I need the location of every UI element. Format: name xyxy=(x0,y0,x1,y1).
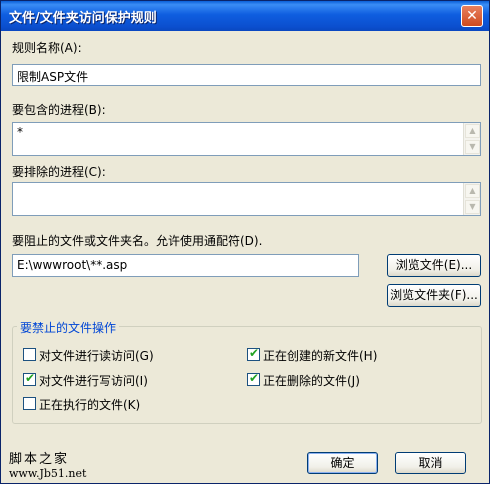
ok-button[interactable]: 确定 xyxy=(307,452,378,474)
scroll-up-icon[interactable]: ▲ xyxy=(465,184,480,198)
delete-checkbox[interactable]: ✔ xyxy=(247,371,260,386)
rule-name-label: 规则名称(A): xyxy=(12,41,82,55)
watermark-url: www.Jb51.net xyxy=(9,467,87,480)
close-icon[interactable]: ✕ xyxy=(461,5,483,27)
browse-file-button[interactable]: 浏览文件(E)... xyxy=(387,254,481,277)
block-target-label: 要阻止的文件或文件夹名。允许使用通配符(D). xyxy=(12,234,263,248)
delete-label: 正在删除的文件(J) xyxy=(263,374,360,388)
watermark-name: 脚本之家 xyxy=(9,452,70,467)
write-access-checkbox[interactable]: ✔ xyxy=(23,371,36,386)
title-bar[interactable]: 文件/文件夹访问保护规则 ✕ xyxy=(1,1,489,31)
window-title: 文件/文件夹访问保护规则 xyxy=(9,11,157,26)
create-new-checkbox[interactable]: ✔ xyxy=(247,346,260,361)
exclude-processes-input[interactable]: ▲ ▼ xyxy=(12,182,481,216)
rule-name-input[interactable]: 限制ASP文件 xyxy=(12,64,481,86)
cancel-button[interactable]: 取消 xyxy=(395,452,466,474)
execute-label: 正在执行的文件(K) xyxy=(39,398,141,412)
exclude-processes-label: 要排除的进程(C): xyxy=(12,165,106,179)
read-access-label: 对文件进行读访问(G) xyxy=(39,349,154,363)
checkmark-icon: ✔ xyxy=(25,371,36,385)
include-processes-scrollbar[interactable]: ▲ ▼ xyxy=(463,123,480,155)
include-processes-value: * xyxy=(17,125,23,139)
checkmark-icon: ✔ xyxy=(249,346,260,360)
execute-checkbox[interactable] xyxy=(23,397,36,410)
include-processes-input[interactable]: * ▲ ▼ xyxy=(12,122,481,156)
scroll-down-icon[interactable]: ▼ xyxy=(465,200,480,214)
scroll-down-icon[interactable]: ▼ xyxy=(465,140,480,154)
write-access-label: 对文件进行写访问(I) xyxy=(39,374,148,388)
include-processes-label: 要包含的进程(B): xyxy=(12,103,106,117)
read-access-checkbox[interactable] xyxy=(23,348,36,361)
block-target-input[interactable]: E:\wwwroot\**.asp xyxy=(12,254,359,277)
exclude-processes-scrollbar[interactable]: ▲ ▼ xyxy=(463,183,480,215)
checkmark-icon: ✔ xyxy=(249,371,260,385)
create-new-label: 正在创建的新文件(H) xyxy=(263,349,378,363)
operations-group-title: 要禁止的文件操作 xyxy=(17,319,120,336)
scroll-up-icon[interactable]: ▲ xyxy=(465,124,480,138)
rule-dialog: 文件/文件夹访问保护规则 ✕ 规则名称(A): 限制ASP文件 要包含的进程(B… xyxy=(0,0,490,484)
browse-folder-button[interactable]: 浏览文件夹(F)... xyxy=(387,284,481,307)
